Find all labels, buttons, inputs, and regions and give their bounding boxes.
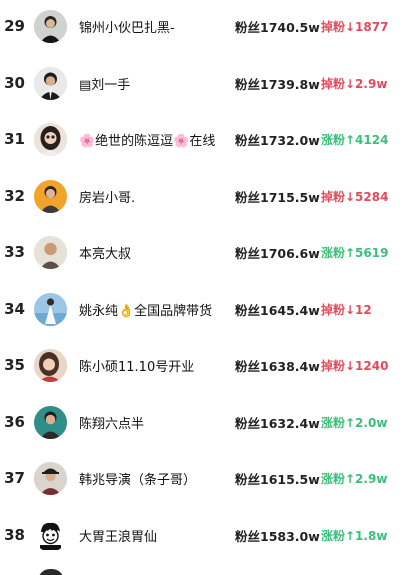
rank-number: 35 [4, 356, 25, 374]
avatar[interactable] [38, 569, 64, 575]
list-item[interactable]: 32 房岩小哥. 粉丝1715.5w 掉粉↓5284 [0, 172, 403, 220]
account-name[interactable]: 姚永纯👌全国品牌带货 [79, 300, 212, 319]
account-name[interactable]: 陈小硕11.10号开业 [79, 356, 194, 375]
fan-change: 掉粉↓12 [321, 302, 372, 317]
list-item[interactable]: 35 陈小硕11.10号开业 粉丝1638.4w 掉粉↓1240 [0, 341, 403, 389]
rank-number: 33 [4, 243, 25, 261]
list-item[interactable]: 38 大胃王浪胃仙 粉丝1583.0w 涨粉↑1.8w [0, 511, 403, 559]
list-item[interactable]: 29 锦州小伙巴扎黑- 粉丝1740.5w 掉粉↓1877 [0, 2, 403, 50]
rank-number: 30 [4, 74, 25, 92]
fan-count: 粉丝1632.4w [235, 415, 320, 431]
account-name[interactable]: 房岩小哥. [79, 187, 135, 206]
avatar[interactable] [34, 66, 67, 100]
avatar[interactable] [34, 179, 67, 213]
fan-count: 粉丝1739.8w [235, 76, 320, 92]
avatar[interactable] [34, 518, 67, 552]
fan-change: 涨粉↑1.8w [321, 528, 388, 543]
rank-number: 34 [4, 300, 25, 318]
avatar[interactable] [34, 235, 67, 269]
list-item[interactable]: 33 本亮大叔 粉丝1706.6w 涨粉↑5619 [0, 228, 403, 276]
fan-change: 掉粉↓5284 [321, 189, 389, 204]
rank-number: 31 [4, 130, 25, 148]
rank-number: 32 [4, 187, 25, 205]
fan-count: 粉丝1706.6w [235, 245, 320, 261]
avatar[interactable] [34, 405, 67, 439]
avatar[interactable] [34, 9, 67, 43]
woman-portrait-icon [34, 122, 67, 156]
ranking-list: 29 锦州小伙巴扎黑- 粉丝1740.5w 掉粉↓1877 30 ▤刘一手 粉丝… [0, 0, 403, 575]
rank-number: 37 [4, 469, 25, 487]
account-name[interactable]: 🌸绝世的陈逗逗🌸在线 [79, 130, 215, 149]
avatar[interactable] [34, 292, 67, 326]
fan-change: 掉粉↓1240 [321, 358, 389, 373]
list-item[interactable]: 31 🌸绝世的陈逗逗🌸在线 粉丝1732.0w 涨粉↑4124 [0, 115, 403, 163]
man-teal-bg-icon [34, 405, 67, 439]
fan-change: 掉粉↓1877 [321, 19, 389, 34]
account-name[interactable]: 本亮大叔 [79, 243, 131, 262]
man-in-suit-icon [34, 66, 67, 100]
fan-count: 粉丝1583.0w [235, 528, 320, 544]
fan-change: 涨粉↑2.0w [321, 415, 388, 430]
avatar[interactable] [34, 122, 67, 156]
bald-man-icon [34, 235, 67, 269]
fan-change: 掉粉↓2.9w [321, 76, 388, 91]
fan-change: 涨粉↑4124 [321, 132, 389, 147]
man-orange-bg-icon [34, 179, 67, 213]
woman-selfie-icon [34, 348, 67, 382]
fan-count: 粉丝1615.5w [235, 471, 320, 487]
fan-count: 粉丝1732.0w [235, 132, 320, 148]
account-name[interactable]: ▤刘一手 [79, 74, 130, 93]
account-name[interactable]: 韩兆导演（条子哥） [79, 469, 196, 488]
rank-number: 29 [4, 17, 25, 35]
fan-count: 粉丝1645.4w [235, 302, 320, 318]
rank-number: 36 [4, 413, 25, 431]
fan-change: 涨粉↑2.9w [321, 471, 388, 486]
fan-count: 粉丝1715.5w [235, 189, 320, 205]
avatar[interactable] [34, 461, 67, 495]
rank-number: 38 [4, 526, 25, 544]
avatar[interactable] [34, 348, 67, 382]
account-name[interactable]: 大胃王浪胃仙 [79, 526, 157, 545]
list-item[interactable]: 30 ▤刘一手 粉丝1739.8w 掉粉↓2.9w [0, 59, 403, 107]
man-hat-icon [34, 461, 67, 495]
list-item[interactable]: 36 陈翔六点半 粉丝1632.4w 涨粉↑2.0w [0, 398, 403, 446]
cartoon-face-icon [34, 518, 67, 552]
account-name[interactable]: 锦州小伙巴扎黑- [79, 17, 175, 36]
man-in-black-icon [34, 9, 67, 43]
list-item[interactable]: 34 姚永纯👌全国品牌带货 粉丝1645.4w 掉粉↓12 [0, 285, 403, 333]
woman-white-dress-icon [34, 292, 67, 326]
list-item[interactable]: 37 韩兆导演（条子哥） 粉丝1615.5w 涨粉↑2.9w [0, 454, 403, 502]
fan-count: 粉丝1638.4w [235, 358, 320, 374]
list-item-partial[interactable] [0, 566, 403, 575]
fan-change: 涨粉↑5619 [321, 245, 389, 260]
fan-count: 粉丝1740.5w [235, 19, 320, 35]
account-name[interactable]: 陈翔六点半 [79, 413, 144, 432]
